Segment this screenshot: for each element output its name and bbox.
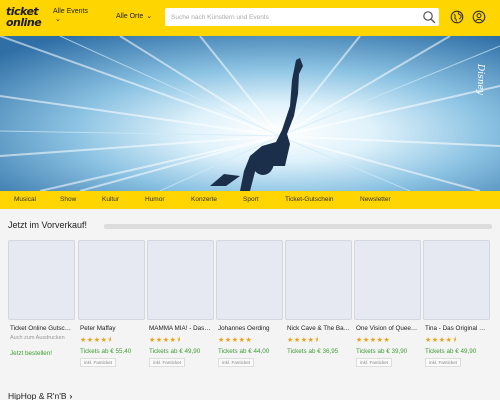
event-name: Nick Cave & The Ba… <box>287 325 350 332</box>
event-image-placeholder <box>285 240 352 320</box>
star-rating: ★★★★★ <box>218 337 253 344</box>
event-name: Johannes Oerding <box>218 325 270 332</box>
category-show[interactable]: Show <box>60 196 76 204</box>
user-icon[interactable] <box>472 10 486 24</box>
category-musical[interactable]: Musical <box>14 196 36 204</box>
star-rating: ★★★★⯨ <box>149 337 181 344</box>
event-image-placeholder <box>8 240 75 320</box>
section-title-hiphop-label: HipHop & R'n'B <box>8 391 67 400</box>
category-kultur[interactable]: Kultur <box>102 196 119 204</box>
event-card[interactable]: Tina - Das Original … ★★★★⯨ Tickets ab €… <box>423 240 490 380</box>
voucher-note: Auch zum Ausdrucken <box>10 335 65 341</box>
nav-alle-orte-dropdown[interactable]: Alle Orte ⌄ <box>116 13 152 21</box>
top-header: ticket online Alle Events ⌄ Alle Orte ⌄ <box>0 0 500 36</box>
event-name: Tina - Das Original … <box>425 325 486 332</box>
hero-banner[interactable]: Disney <box>0 36 500 191</box>
event-price: Tickets ab € 49,90 <box>149 348 201 355</box>
section-divider <box>104 224 492 229</box>
event-card[interactable]: One Vision of Quee… ★★★★★ Tickets ab € 3… <box>354 240 421 380</box>
event-price: Tickets ab € 55,40 <box>80 348 132 355</box>
fanticket-badge: inkl. Fanticket <box>425 358 462 367</box>
star-rating: ★★★★⯨ <box>80 337 112 344</box>
event-price: Tickets ab € 39,90 <box>356 348 408 355</box>
category-humor[interactable]: Humor <box>145 196 165 204</box>
globe-icon[interactable] <box>450 10 464 24</box>
hero-watermark: Disney <box>475 63 485 96</box>
event-price: Tickets ab € 49,90 <box>425 348 477 355</box>
hero-image: Disney <box>0 36 500 191</box>
voucher-order-link[interactable]: Jetzt bestellen! <box>10 350 52 358</box>
logo-line-2: online <box>6 16 42 29</box>
star-rating: ★★★★★ <box>356 337 391 344</box>
fanticket-badge: inkl. Fanticket <box>356 358 393 367</box>
event-name: Peter Maffay <box>80 325 116 332</box>
fanticket-badge: inkl. Fanticket <box>80 358 117 367</box>
category-nav: Musical Show Kultur Humor Konzerte Sport… <box>0 191 500 209</box>
event-card[interactable]: Peter Maffay ★★★★⯨ Tickets ab € 55,40 in… <box>78 240 145 380</box>
search-icon[interactable] <box>422 10 436 24</box>
category-sport[interactable]: Sport <box>243 196 259 204</box>
fanticket-badge: inkl. Fanticket <box>218 358 255 367</box>
event-price: Tickets ab € 44,00 <box>218 348 270 355</box>
event-name: One Vision of Quee… <box>356 325 418 332</box>
category-ticket-gutschein[interactable]: Ticket-Gutschein <box>285 196 334 204</box>
fanticket-badge: inkl. Fanticket <box>149 358 186 367</box>
search-input[interactable] <box>171 11 416 23</box>
star-rating: ★★★★⯨ <box>287 337 319 344</box>
search-bar <box>165 8 439 26</box>
event-price: Tickets ab € 36,95 <box>287 348 339 355</box>
event-image-placeholder <box>147 240 214 320</box>
chevron-down-icon: ⌄ <box>55 16 61 23</box>
section-title-presale: Jetzt im Vorverkauf! <box>8 220 88 230</box>
chevron-right-icon: › <box>69 391 73 400</box>
event-image-placeholder <box>354 240 421 320</box>
star-rating: ★★★★⯨ <box>425 337 457 344</box>
category-newsletter[interactable]: Newsletter <box>360 196 391 204</box>
event-name: MAMMA MIA! - Das… <box>149 325 211 332</box>
event-image-placeholder <box>78 240 145 320</box>
nav-alle-orte-label: Alle Orte <box>116 13 144 20</box>
nav-alle-events-dropdown[interactable]: Alle Events ⌄ <box>53 8 88 24</box>
ticket-online-logo[interactable]: ticket online <box>6 6 46 30</box>
event-card[interactable]: Nick Cave & The Ba… ★★★★⯨ Tickets ab € 3… <box>285 240 352 380</box>
category-konzerte[interactable]: Konzerte <box>191 196 217 204</box>
event-card-voucher[interactable]: Ticket Online Gutsc… Auch zum Ausdrucken… <box>8 240 75 380</box>
event-card[interactable]: MAMMA MIA! - Das… ★★★★⯨ Tickets ab € 49,… <box>147 240 214 380</box>
ticket-online-page: ticket online Alle Events ⌄ Alle Orte⌄ <box>0 0 500 400</box>
nav-alle-events-label: Alle Events <box>53 8 89 15</box>
event-card[interactable]: Johannes Oerding ★★★★★ Tickets ab € 44,0… <box>216 240 283 380</box>
chevron-down-icon: ⌄ <box>146 13 153 20</box>
event-name: Ticket Online Gutsc… <box>10 325 72 332</box>
event-image-placeholder <box>216 240 283 320</box>
event-image-placeholder <box>423 240 490 320</box>
section-title-hiphop[interactable]: HipHop & R'n'B › <box>8 391 72 400</box>
